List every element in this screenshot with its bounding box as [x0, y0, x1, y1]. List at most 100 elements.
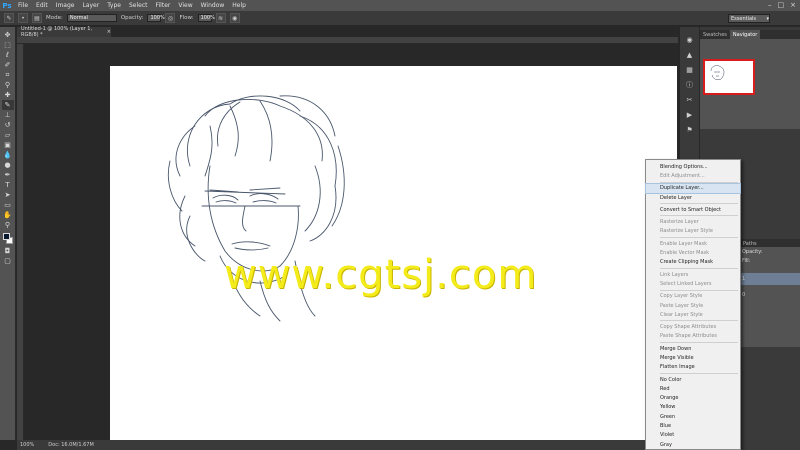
hand-tool-icon[interactable]: ✋ [2, 210, 14, 220]
menu-type[interactable]: Type [103, 2, 125, 9]
history-brush-tool-icon[interactable]: ↺ [2, 120, 14, 130]
tool-presets-icon[interactable]: ✂ [684, 95, 696, 105]
menu-item-edit-adjustment[interactable]: Edit Adjustment... [646, 171, 740, 180]
maximize-button[interactable]: □ [778, 1, 785, 9]
shape-tool-icon[interactable]: ▭ [2, 200, 14, 210]
layers-tabs: Paths [740, 239, 800, 247]
menu-item-blending-options[interactable]: Blending Options... [646, 162, 740, 171]
screen-mode-icon[interactable]: ▢ [2, 256, 14, 266]
brush-tool-icon[interactable]: ✎ [1, 100, 14, 110]
actions-icon[interactable]: ▶ [684, 110, 696, 120]
menu-filter[interactable]: Filter [152, 2, 175, 9]
document-tab[interactable]: Untitled-1 @ 100% (Layer 1, RGB/8) * × [17, 26, 111, 38]
clone-stamp-tool-icon[interactable]: ⊥ [2, 110, 14, 120]
healing-brush-tool-icon[interactable]: ✚ [2, 90, 14, 100]
menu-item-delete-layer[interactable]: Delete Layer [646, 193, 740, 202]
flow-field[interactable]: 100% [197, 14, 215, 22]
navigator-thumbnail[interactable] [703, 59, 755, 95]
minimize-button[interactable]: – [768, 1, 772, 9]
menu-separator [660, 320, 738, 322]
menu-item-violet[interactable]: Violet [646, 431, 740, 440]
menu-item-flatten-image[interactable]: Flatten Image [646, 363, 740, 372]
mode-label: Mode: [46, 15, 63, 21]
menu-item-rasterize-layer[interactable]: Rasterize Layer [646, 217, 740, 226]
foreground-color-swatch[interactable] [2, 233, 10, 240]
crop-tool-icon[interactable]: ⌗ [2, 70, 14, 80]
menu-item-paste-layer-style[interactable]: Paste Layer Style [646, 301, 740, 310]
menu-item-no-color[interactable]: No Color [646, 375, 740, 384]
pressure-size-icon[interactable]: ◉ [229, 13, 240, 23]
marquee-tool-icon[interactable]: ⬚ [2, 40, 14, 50]
menu-item-clear-layer-style[interactable]: Clear Layer Style [646, 310, 740, 319]
menu-item-paste-shape-attributes[interactable]: Paste Shape Attributes [646, 332, 740, 341]
menu-window[interactable]: Window [197, 2, 229, 9]
menu-item-merge-down[interactable]: Merge Down [646, 344, 740, 353]
zoom-tool-icon[interactable]: ⚲ [2, 220, 14, 230]
menu-select[interactable]: Select [125, 2, 152, 9]
menu-item-yellow[interactable]: Yellow [646, 403, 740, 412]
close-tab-icon[interactable]: × [107, 29, 111, 35]
eyedropper-tool-icon[interactable]: ⚲ [2, 80, 14, 90]
tab-navigator[interactable]: Navigator [729, 30, 761, 39]
visibility-icon[interactable]: ◉ [684, 35, 696, 45]
menu-item-duplicate-layer[interactable]: Duplicate Layer... [645, 182, 741, 194]
tab-swatches[interactable]: Swatches [700, 30, 730, 39]
dodge-tool-icon[interactable]: ● [2, 160, 14, 170]
menu-item-rasterize-layer-style[interactable]: Rasterize Layer Style [646, 227, 740, 236]
eraser-tool-icon[interactable]: ▱ [2, 130, 14, 140]
brush-presets-icon[interactable]: ⚑ [684, 125, 696, 135]
menu-item-enable-vector-mask[interactable]: Enable Vector Mask [646, 248, 740, 257]
type-tool-icon[interactable]: T [2, 180, 14, 190]
pen-tool-icon[interactable]: ✒ [2, 170, 14, 180]
brush-size-icon[interactable]: • [18, 13, 28, 23]
brush-panel-icon[interactable]: ▤ [32, 13, 42, 23]
workspace-select[interactable]: Essentials ▾ [728, 14, 770, 23]
menu-item-copy-shape-attributes[interactable]: Copy Shape Attributes [646, 322, 740, 331]
styles-icon[interactable]: ▦ [684, 65, 696, 75]
brush-preset-icon[interactable]: ✎ [4, 13, 14, 23]
blur-tool-icon[interactable]: 💧 [2, 150, 14, 160]
pressure-opacity-icon[interactable]: ◎ [165, 13, 176, 23]
menu-item-copy-layer-style[interactable]: Copy Layer Style [646, 292, 740, 301]
info-icon[interactable]: ⓘ [684, 80, 696, 90]
close-window-button[interactable]: × [790, 1, 796, 9]
color-swatches[interactable] [2, 232, 14, 246]
menu-item-red[interactable]: Red [646, 384, 740, 393]
layer-row[interactable]: 0 [740, 290, 800, 299]
opacity-field[interactable]: 100% [147, 14, 165, 22]
menu-separator [660, 372, 738, 374]
airbrush-icon[interactable]: ≋ [215, 13, 226, 23]
path-selection-tool-icon[interactable]: ➤ [2, 190, 14, 200]
menu-image[interactable]: Image [52, 2, 79, 9]
canvas-area[interactable]: www.cgtsj.com [24, 44, 678, 440]
menu-item-green[interactable]: Green [646, 412, 740, 421]
menu-separator [660, 342, 738, 344]
menu-item-gray[interactable]: Gray [646, 440, 740, 449]
adjustments-icon[interactable]: ▲ [684, 50, 696, 60]
zoom-level[interactable]: 100% [20, 442, 34, 448]
menu-file[interactable]: File [14, 2, 32, 9]
menu-item-select-linked-layers[interactable]: Select Linked Layers [646, 279, 740, 288]
menu-help[interactable]: Help [228, 2, 250, 9]
quick-select-tool-icon[interactable]: ✐ [2, 60, 14, 70]
menu-item-merge-visible[interactable]: Merge Visible [646, 353, 740, 362]
gradient-tool-icon[interactable]: ▣ [2, 140, 14, 150]
menu-item-orange[interactable]: Orange [646, 394, 740, 403]
quick-mask-icon[interactable]: ◘ [2, 246, 14, 256]
menu-view[interactable]: View [174, 2, 196, 9]
menu-item-create-clipping-mask[interactable]: Create Clipping Mask [646, 258, 740, 267]
document-tab-bar: Untitled-1 @ 100% (Layer 1, RGB/8) * × [17, 26, 678, 38]
menu-edit[interactable]: Edit [32, 2, 52, 9]
menu-item-enable-layer-mask[interactable]: Enable Layer Mask [646, 239, 740, 248]
menu-item-convert-to-smart-object[interactable]: Convert to Smart Object [646, 205, 740, 214]
layer-row-selected[interactable]: 1 [740, 273, 800, 285]
layers-panel: Opacity: Fill: 1 0 [740, 247, 800, 347]
mode-select[interactable]: Normal [66, 14, 117, 22]
menu-item-link-layers[interactable]: Link Layers [646, 270, 740, 279]
layer-name: 0 [742, 291, 746, 298]
layers-opacity-row: Opacity: [740, 247, 800, 256]
menu-layer[interactable]: Layer [78, 2, 103, 9]
lasso-tool-icon[interactable]: ℓ [2, 50, 14, 60]
move-tool-icon[interactable]: ✥ [2, 30, 14, 40]
menu-item-blue[interactable]: Blue [646, 421, 740, 430]
